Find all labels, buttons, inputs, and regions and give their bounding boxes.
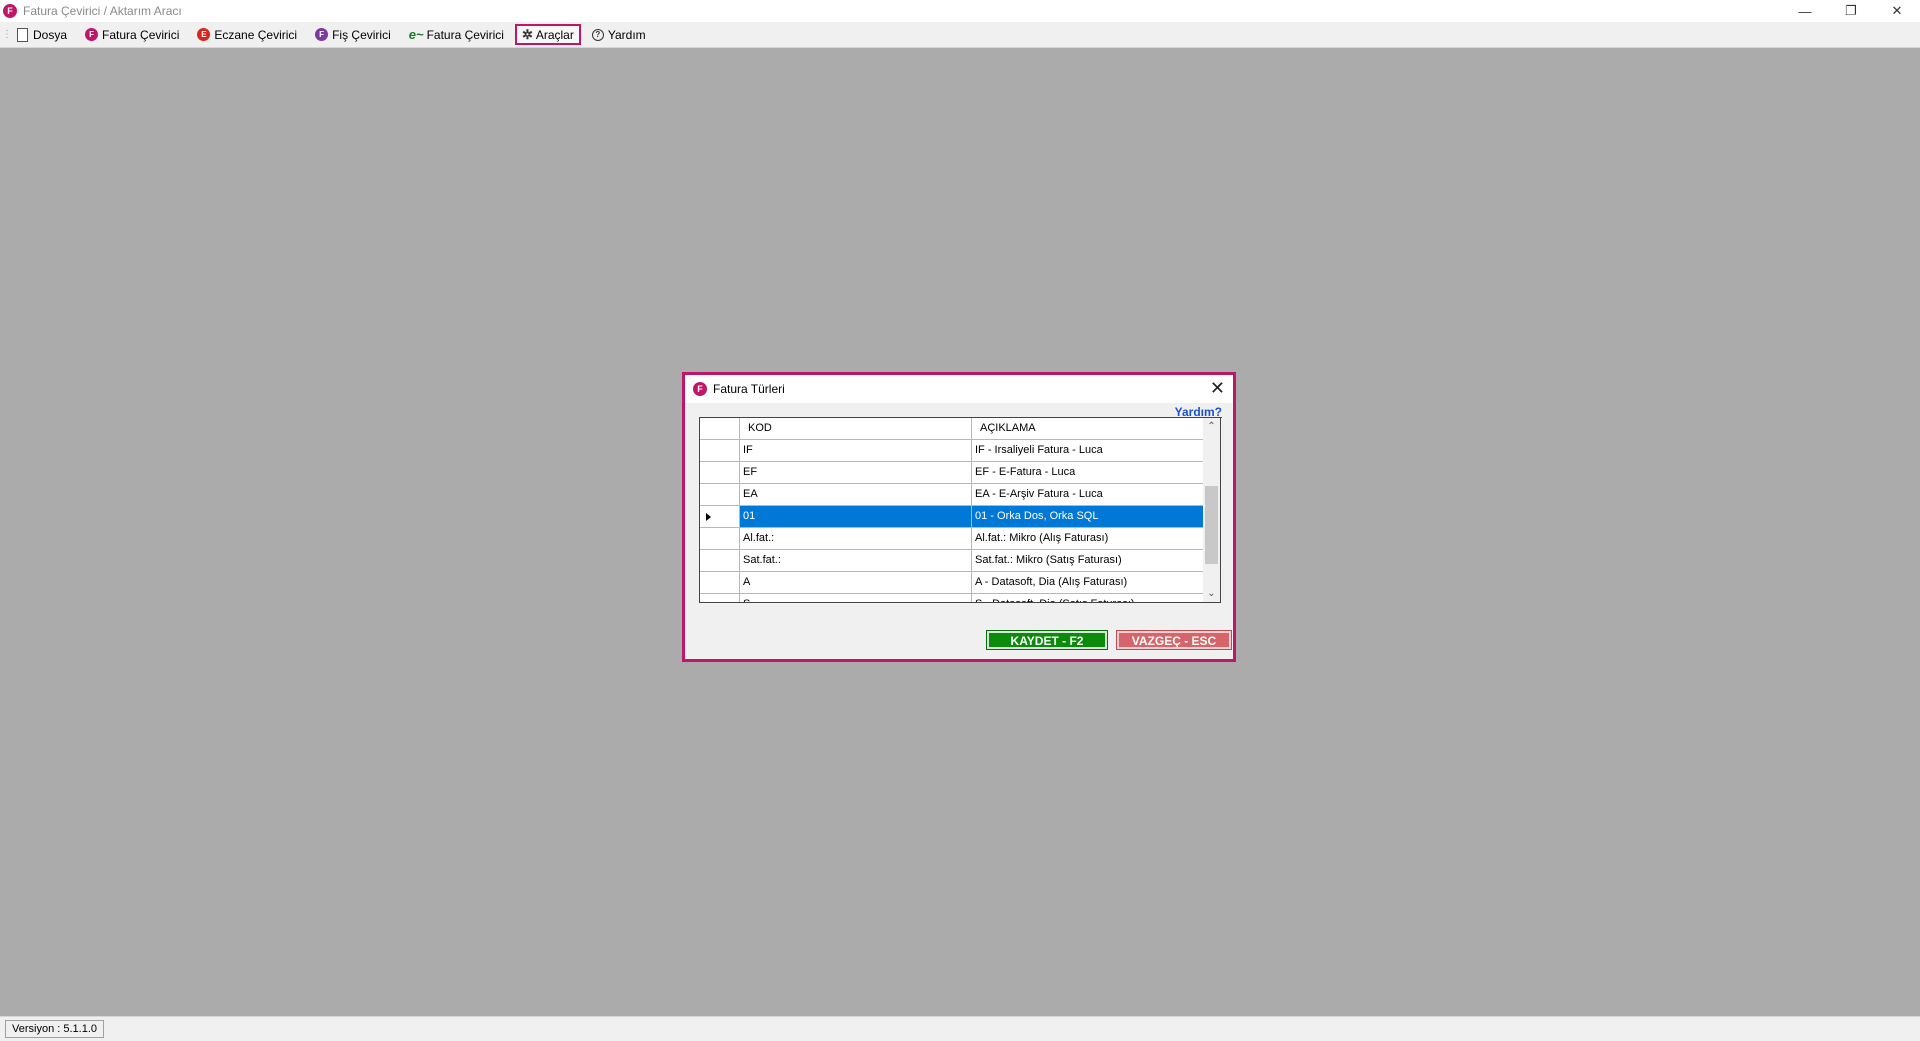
close-icon[interactable]: ✕ (1210, 378, 1225, 398)
row-selector[interactable] (700, 484, 740, 506)
grid-header: KOD AÇIKLAMA (700, 418, 1220, 440)
menu-e-fatura-cevirici[interactable]: e~ Fatura Çevirici (402, 24, 511, 45)
cell-description[interactable]: EA - E-Arşiv Fatura - Luca (972, 484, 1204, 506)
table-row[interactable]: S S - Datasoft, Dia (Satış Faturası) (700, 594, 1220, 602)
scroll-thumb[interactable] (1205, 486, 1218, 564)
menu-araclar-label: Araçlar (535, 27, 574, 42)
title-bar: F Fatura Çevirici / Aktarım Aracı — ❐ ✕ (0, 0, 1920, 22)
cell-code[interactable]: EF (740, 462, 972, 484)
table-row[interactable]: EA EA - E-Arşiv Fatura - Luca (700, 484, 1220, 506)
fatura-turleri-dialog: F Fatura Türleri ✕ Yardım? KOD AÇIKLAMA … (682, 372, 1236, 662)
scroll-up-icon[interactable]: ⌃ (1203, 418, 1220, 435)
cell-code[interactable]: Al.fat.: (740, 528, 972, 550)
menu-fatura-cevirici-label: Fatura Çevirici (102, 27, 180, 42)
menu-dosya-label: Dosya (33, 27, 68, 42)
menu-eczane-cevirici-label: Eczane Çevirici (214, 27, 298, 42)
fis-icon: F (315, 28, 329, 41)
table-row-selected[interactable]: 01 01 - Orka Dos, Orka SQL (700, 506, 1220, 528)
fatura-icon: F (85, 28, 99, 41)
cell-code[interactable]: EA (740, 484, 972, 506)
menu-dosya[interactable]: Dosya (10, 24, 74, 45)
e-invoice-icon: e~ (408, 27, 424, 42)
menu-bar: ⋮ Dosya F Fatura Çevirici E Eczane Çevir… (0, 22, 1920, 48)
status-bar: Versiyon : 5.1.1.0 (0, 1016, 1920, 1041)
row-header-corner (700, 418, 740, 440)
row-selector[interactable] (700, 506, 740, 528)
minimize-button[interactable]: — (1782, 0, 1828, 22)
column-header-aciklama[interactable]: AÇIKLAMA (972, 418, 1204, 440)
cell-description[interactable]: 01 - Orka Dos, Orka SQL (972, 506, 1204, 528)
menu-e-fatura-cevirici-label: Fatura Çevirici (426, 27, 504, 42)
row-selector[interactable] (700, 550, 740, 572)
eczane-icon: E (197, 28, 211, 41)
window-controls: — ❐ ✕ (1782, 0, 1920, 22)
table-row[interactable]: IF IF - Irsaliyeli Fatura - Luca (700, 440, 1220, 462)
row-selector[interactable] (700, 462, 740, 484)
menu-yardim[interactable]: ? Yardım (585, 24, 653, 45)
cell-code[interactable]: IF (740, 440, 972, 462)
app-logo-icon: F (3, 4, 17, 18)
cancel-button[interactable]: VAZGEÇ - ESC (1116, 630, 1232, 650)
menu-fis-cevirici[interactable]: F Fiş Çevirici (308, 24, 398, 45)
row-selector[interactable] (700, 572, 740, 594)
menu-fis-cevirici-label: Fiş Çevirici (332, 27, 391, 42)
cell-code[interactable]: Sat.fat.: (740, 550, 972, 572)
document-icon (17, 27, 28, 42)
cell-description[interactable]: Al.fat.: Mikro (Alış Faturası) (972, 528, 1204, 550)
row-selector[interactable] (700, 440, 740, 462)
column-header-kod[interactable]: KOD (740, 418, 972, 440)
version-label: Versiyon : 5.1.1.0 (5, 1020, 104, 1038)
cell-code[interactable]: A (740, 572, 972, 594)
tools-icon: ✲ (521, 26, 533, 42)
scroll-down-icon[interactable]: ⌄ (1203, 585, 1220, 602)
grid-scrollbar[interactable]: ⌃ ⌄ (1203, 418, 1220, 602)
table-row[interactable]: A A - Datasoft, Dia (Alış Faturası) (700, 572, 1220, 594)
cell-description[interactable]: A - Datasoft, Dia (Alış Faturası) (972, 572, 1204, 594)
close-window-button[interactable]: ✕ (1874, 0, 1920, 22)
cell-code[interactable]: S (740, 594, 972, 602)
row-selector[interactable] (700, 528, 740, 550)
cell-description[interactable]: S - Datasoft, Dia (Satış Faturası) (972, 594, 1204, 602)
table-row[interactable]: Al.fat.: Al.fat.: Mikro (Alış Faturası) (700, 528, 1220, 550)
menu-eczane-cevirici[interactable]: E Eczane Çevirici (190, 24, 304, 45)
save-button[interactable]: KAYDET - F2 (986, 630, 1108, 650)
menu-grip-icon: ⋮ (2, 29, 12, 40)
table-row[interactable]: EF EF - E-Fatura - Luca (700, 462, 1220, 484)
row-selector[interactable] (700, 594, 740, 602)
restore-button[interactable]: ❐ (1828, 0, 1874, 22)
current-row-arrow-icon (706, 513, 711, 521)
cell-description[interactable]: IF - Irsaliyeli Fatura - Luca (972, 440, 1204, 462)
cell-description[interactable]: Sat.fat.: Mikro (Satış Faturası) (972, 550, 1204, 572)
menu-fatura-cevirici[interactable]: F Fatura Çevirici (78, 24, 186, 45)
dialog-title-bar: F Fatura Türleri ✕ (685, 375, 1233, 403)
cell-code[interactable]: 01 (740, 506, 972, 528)
dialog-title: Fatura Türleri (713, 382, 785, 396)
invoice-types-grid[interactable]: KOD AÇIKLAMA IF IF - Irsaliyeli Fatura -… (699, 417, 1221, 603)
table-row[interactable]: Sat.fat.: Sat.fat.: Mikro (Satış Faturas… (700, 550, 1220, 572)
help-icon: ? (591, 28, 604, 41)
window-title: Fatura Çevirici / Aktarım Aracı (23, 4, 182, 18)
menu-araclar[interactable]: ✲ Araçlar (514, 24, 581, 45)
dialog-logo-icon: F (693, 382, 707, 396)
cell-description[interactable]: EF - E-Fatura - Luca (972, 462, 1204, 484)
menu-yardim-label: Yardım (607, 27, 646, 42)
